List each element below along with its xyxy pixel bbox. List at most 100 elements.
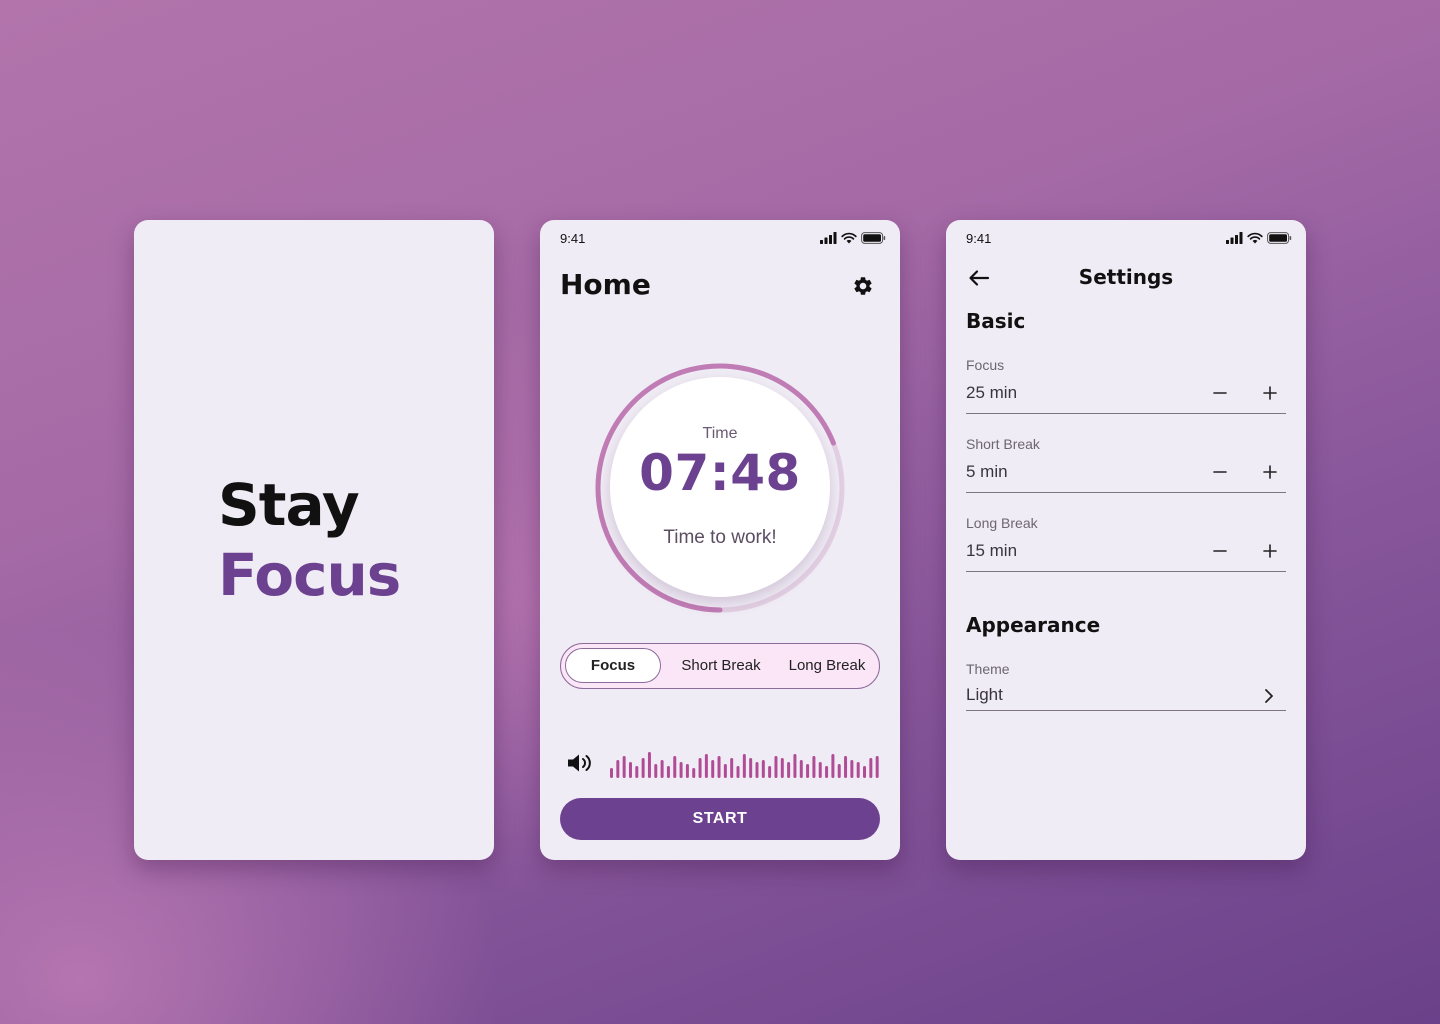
status-icons (820, 232, 886, 244)
plus-icon (1263, 544, 1277, 558)
sound-waveform[interactable] (609, 748, 881, 778)
mode-short-break[interactable]: Short Break (669, 648, 773, 683)
waveform-bar (774, 756, 778, 778)
waveform-bar (685, 764, 689, 778)
decrement-button[interactable] (1208, 539, 1232, 563)
gear-icon[interactable] (852, 275, 874, 297)
row-divider (966, 710, 1286, 711)
setting-row-short-break: Short Break 5 min (966, 436, 1286, 502)
battery-icon (861, 232, 886, 244)
status-icons (1226, 232, 1292, 244)
status-bar: 9:41 (966, 230, 1292, 246)
waveform-bar (875, 756, 879, 778)
minus-icon (1213, 471, 1227, 473)
waveform-bar (635, 766, 639, 778)
waveform-bar (793, 754, 797, 778)
signal-icon (1226, 232, 1243, 244)
waveform-bar (736, 766, 740, 778)
chevron-right-icon[interactable] (1262, 687, 1276, 705)
mode-focus[interactable]: Focus (565, 648, 661, 683)
waveform-bar (730, 758, 734, 778)
page-title: Home (560, 268, 651, 301)
mode-long-break[interactable]: Long Break (777, 648, 877, 683)
setting-value: 5 min (966, 462, 1008, 481)
setting-row-focus: Focus 25 min (966, 357, 1286, 423)
status-time: 9:41 (560, 230, 586, 246)
minus-icon (1213, 392, 1227, 394)
decrement-button[interactable] (1208, 381, 1232, 405)
waveform-bar (717, 756, 721, 778)
waveform-bar (616, 760, 620, 778)
waveform-bar (723, 764, 727, 778)
home-screen: 9:41 Home Time 07:48 Time to work! Focus… (540, 220, 900, 860)
splash-title-line1: Stay (218, 471, 360, 539)
waveform-bar (825, 766, 829, 778)
waveform-bar (761, 760, 765, 778)
waveform-bar (850, 760, 854, 778)
waveform-bar (654, 764, 658, 778)
waveform-bar (692, 768, 696, 778)
settings-screen: 9:41 Settings Basic Focus 25 min Short B… (946, 220, 1306, 860)
decrement-button[interactable] (1208, 460, 1232, 484)
waveform-bar (780, 758, 784, 778)
minus-icon (1213, 550, 1227, 552)
wifi-icon (841, 232, 857, 244)
increment-button[interactable] (1258, 460, 1282, 484)
timer-message: Time to work! (663, 527, 777, 548)
plus-icon (1263, 386, 1277, 400)
waveform-bar (679, 762, 683, 778)
waveform-bar (856, 762, 860, 778)
waveform-bar (704, 754, 708, 778)
waveform-bar (666, 766, 670, 778)
splash-screen: Stay Focus (134, 220, 494, 860)
waveform-bar (711, 760, 715, 778)
start-button[interactable]: START (560, 798, 880, 840)
section-heading-appearance: Appearance (966, 613, 1101, 637)
waveform-bar (610, 768, 613, 778)
waveform-bar (818, 762, 822, 778)
waveform-bar (799, 760, 803, 778)
waveform-bar (641, 758, 645, 778)
waveform-bar (742, 754, 746, 778)
waveform-bar (863, 766, 867, 778)
waveform-bar (698, 758, 702, 778)
waveform-bar (755, 762, 759, 778)
timer-value: 07:48 (639, 444, 801, 502)
battery-icon (1267, 232, 1292, 244)
waveform-bar (787, 762, 791, 778)
splash-title: Stay Focus (218, 470, 401, 610)
waveform-bar (831, 754, 835, 778)
waveform-bar (812, 756, 816, 778)
theme-value: Light (966, 685, 1003, 704)
waveform-bar (837, 764, 841, 778)
waveform-bar (622, 756, 626, 778)
setting-label: Focus (966, 357, 1005, 373)
increment-button[interactable] (1258, 381, 1282, 405)
timer-label: Time (702, 425, 738, 442)
splash-title-line2: Focus (218, 541, 401, 609)
plus-icon (1263, 465, 1277, 479)
waveform-bar (869, 758, 873, 778)
waveform-bar (647, 752, 651, 778)
status-time: 9:41 (966, 230, 992, 246)
waveform-bar (628, 762, 632, 778)
setting-label: Long Break (966, 515, 1038, 531)
setting-label: Theme (966, 661, 1010, 677)
waveform-bar (768, 766, 772, 778)
page-title: Settings (1078, 265, 1174, 289)
speaker-icon[interactable] (566, 752, 594, 774)
row-divider (966, 492, 1286, 493)
row-divider (966, 571, 1286, 572)
signal-icon (820, 232, 837, 244)
mode-selector: Focus Short Break Long Break (560, 643, 880, 689)
waveform-bar (673, 756, 677, 778)
waveform-bar (749, 758, 753, 778)
setting-value: 25 min (966, 383, 1018, 402)
setting-value: 15 min (966, 541, 1018, 560)
setting-row-theme[interactable]: Theme Light (966, 661, 1286, 727)
setting-row-long-break: Long Break 15 min (966, 515, 1286, 581)
waveform-bar (806, 764, 810, 778)
row-divider (966, 413, 1286, 414)
increment-button[interactable] (1258, 539, 1282, 563)
status-bar: 9:41 (560, 230, 886, 246)
